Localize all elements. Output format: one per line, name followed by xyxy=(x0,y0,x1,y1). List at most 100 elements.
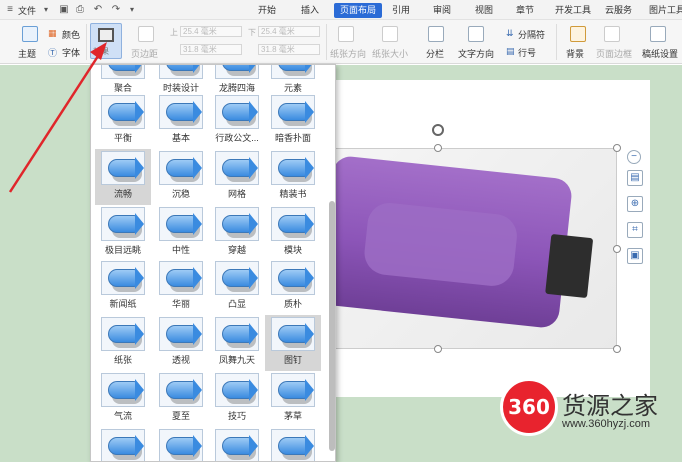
resize-handle-right[interactable] xyxy=(613,245,621,253)
file-menu[interactable]: 文件 xyxy=(18,4,36,17)
color-button[interactable]: 颜色 xyxy=(62,28,80,41)
tab-cloud[interactable]: 云服务 xyxy=(601,3,636,18)
quick-access-more-icon[interactable]: ▾ xyxy=(126,4,138,16)
effect-option[interactable]: 网格 xyxy=(209,149,265,205)
effect-thumbnail-icon xyxy=(271,65,315,79)
gallery-scroll-thumb[interactable] xyxy=(329,201,335,451)
breaks-button[interactable]: 分隔符 xyxy=(518,28,545,41)
arrow-tip xyxy=(193,157,202,179)
picture-frame-icon[interactable]: ▣ xyxy=(627,248,643,264)
draft-paper-icon[interactable] xyxy=(650,26,666,42)
arrow-tip xyxy=(135,379,144,401)
arrow-tip xyxy=(135,213,144,235)
print-icon[interactable]: ⎙ xyxy=(74,4,86,16)
rotate-handle[interactable] xyxy=(432,124,444,136)
orientation-icon[interactable] xyxy=(338,26,354,42)
resize-handle-bottom[interactable] xyxy=(434,345,442,353)
effect-option[interactable]: 新闻纸 xyxy=(95,259,151,315)
tab-sections[interactable]: 章节 xyxy=(512,3,538,18)
arrow-tip xyxy=(305,267,314,289)
arrow-tip xyxy=(249,213,258,235)
effect-option[interactable]: 凤舞九天 xyxy=(209,315,265,371)
undo-icon[interactable]: ↶ xyxy=(92,4,104,16)
effect-option[interactable] xyxy=(153,427,209,461)
effect-option-label: 流畅 xyxy=(113,189,132,199)
tab-page-layout[interactable]: 页面布局 xyxy=(334,3,383,18)
effect-option[interactable]: 图钉 xyxy=(265,315,321,371)
effect-option[interactable]: 模块 xyxy=(265,205,321,261)
draft-settings-button[interactable]: 稿纸设置 xyxy=(642,47,678,60)
columns-icon[interactable] xyxy=(428,26,444,42)
effect-option[interactable]: 极目远眺 xyxy=(95,205,151,261)
effect-option[interactable] xyxy=(209,427,265,461)
resize-handle-top-right[interactable] xyxy=(613,144,621,152)
effect-option[interactable] xyxy=(265,427,321,461)
effect-option[interactable]: 流畅 xyxy=(95,149,151,205)
page-border-button[interactable]: 页面边框 xyxy=(596,47,632,60)
background-icon[interactable] xyxy=(570,26,586,42)
theme-button[interactable]: 主题 xyxy=(18,47,36,60)
usb-drive-face xyxy=(362,200,520,289)
effect-option[interactable]: 华丽 xyxy=(153,259,209,315)
effect-button[interactable]: 效果 xyxy=(90,23,122,59)
right-margin-field[interactable]: 31.8 毫米 xyxy=(258,44,320,55)
line-number-button[interactable]: 行号 xyxy=(518,46,536,59)
text-direction-icon[interactable] xyxy=(468,26,484,42)
background-button[interactable]: 背景 xyxy=(566,47,584,60)
columns-button[interactable]: 分栏 xyxy=(426,47,444,60)
tab-home[interactable]: 开始 xyxy=(254,3,280,18)
paper-size-icon[interactable] xyxy=(382,26,398,42)
margin-icon[interactable] xyxy=(138,26,154,42)
effect-option[interactable]: 平衡 xyxy=(95,93,151,149)
effect-option[interactable]: 沉稳 xyxy=(153,149,209,205)
left-margin-field[interactable]: 31.8 毫米 xyxy=(180,44,242,55)
tab-developer[interactable]: 开发工具 xyxy=(551,3,595,18)
effect-option[interactable]: 纸张 xyxy=(95,315,151,371)
arrow-shape xyxy=(166,269,196,287)
tab-review[interactable]: 审阅 xyxy=(429,3,455,18)
tab-view[interactable]: 视图 xyxy=(471,3,497,18)
effect-option[interactable]: 行政公文... xyxy=(209,93,265,149)
effect-option[interactable]: 技巧 xyxy=(209,371,265,427)
collapse-icon[interactable]: − xyxy=(627,150,641,164)
text-direction-button[interactable]: 文字方向 xyxy=(458,47,494,60)
zoom-icon[interactable]: ⊕ xyxy=(627,196,643,212)
arrow-tip xyxy=(305,65,314,73)
orientation-button[interactable]: 纸张方向 xyxy=(330,47,366,60)
effect-option[interactable]: 中性 xyxy=(153,205,209,261)
layout-options-icon[interactable]: ▤ xyxy=(627,170,643,186)
effect-option[interactable]: 精装书 xyxy=(265,149,321,205)
effect-option[interactable]: 基本 xyxy=(153,93,209,149)
effect-option[interactable]: 穿越 xyxy=(209,205,265,261)
resize-handle-bottom-right[interactable] xyxy=(613,345,621,353)
tab-insert[interactable]: 插入 xyxy=(297,3,323,18)
selected-picture[interactable] xyxy=(335,148,617,349)
effect-option[interactable]: 质朴 xyxy=(265,259,321,315)
tab-picture-tools[interactable]: 图片工具 xyxy=(645,3,682,18)
effect-option[interactable]: 凸显 xyxy=(209,259,265,315)
margin-button[interactable]: 页边距 xyxy=(131,47,158,60)
redo-icon[interactable]: ↷ xyxy=(110,4,122,16)
effect-option[interactable]: 透视 xyxy=(153,315,209,371)
menu-icon[interactable]: ≡ xyxy=(4,4,16,16)
gallery-scrollbar[interactable] xyxy=(329,71,335,459)
effect-option[interactable]: 茅草 xyxy=(265,371,321,427)
arrow-shape xyxy=(222,159,252,177)
effect-option[interactable]: 气流 xyxy=(95,371,151,427)
top-margin-field[interactable]: 25.4 毫米 xyxy=(180,26,242,37)
resize-handle-top[interactable] xyxy=(434,144,442,152)
crop-icon[interactable]: ⌗ xyxy=(627,222,643,238)
page-border-icon[interactable] xyxy=(604,26,620,42)
bottom-margin-field[interactable]: 25.4 毫米 xyxy=(258,26,320,37)
tab-references[interactable]: 引用 xyxy=(388,3,414,18)
save-icon[interactable]: ▣ xyxy=(58,4,70,16)
effect-option[interactable]: 夏至 xyxy=(153,371,209,427)
effect-thumbnail-icon xyxy=(215,65,259,79)
effect-option[interactable] xyxy=(95,427,151,461)
chevron-down-icon[interactable]: ▾ xyxy=(40,4,52,16)
effect-option[interactable]: 暗香扑面 xyxy=(265,93,321,149)
theme-icon[interactable] xyxy=(22,26,38,42)
paper-size-button[interactable]: 纸张大小 xyxy=(372,47,408,60)
arrow-shape xyxy=(108,325,138,343)
font-button[interactable]: 字体 xyxy=(62,46,80,59)
